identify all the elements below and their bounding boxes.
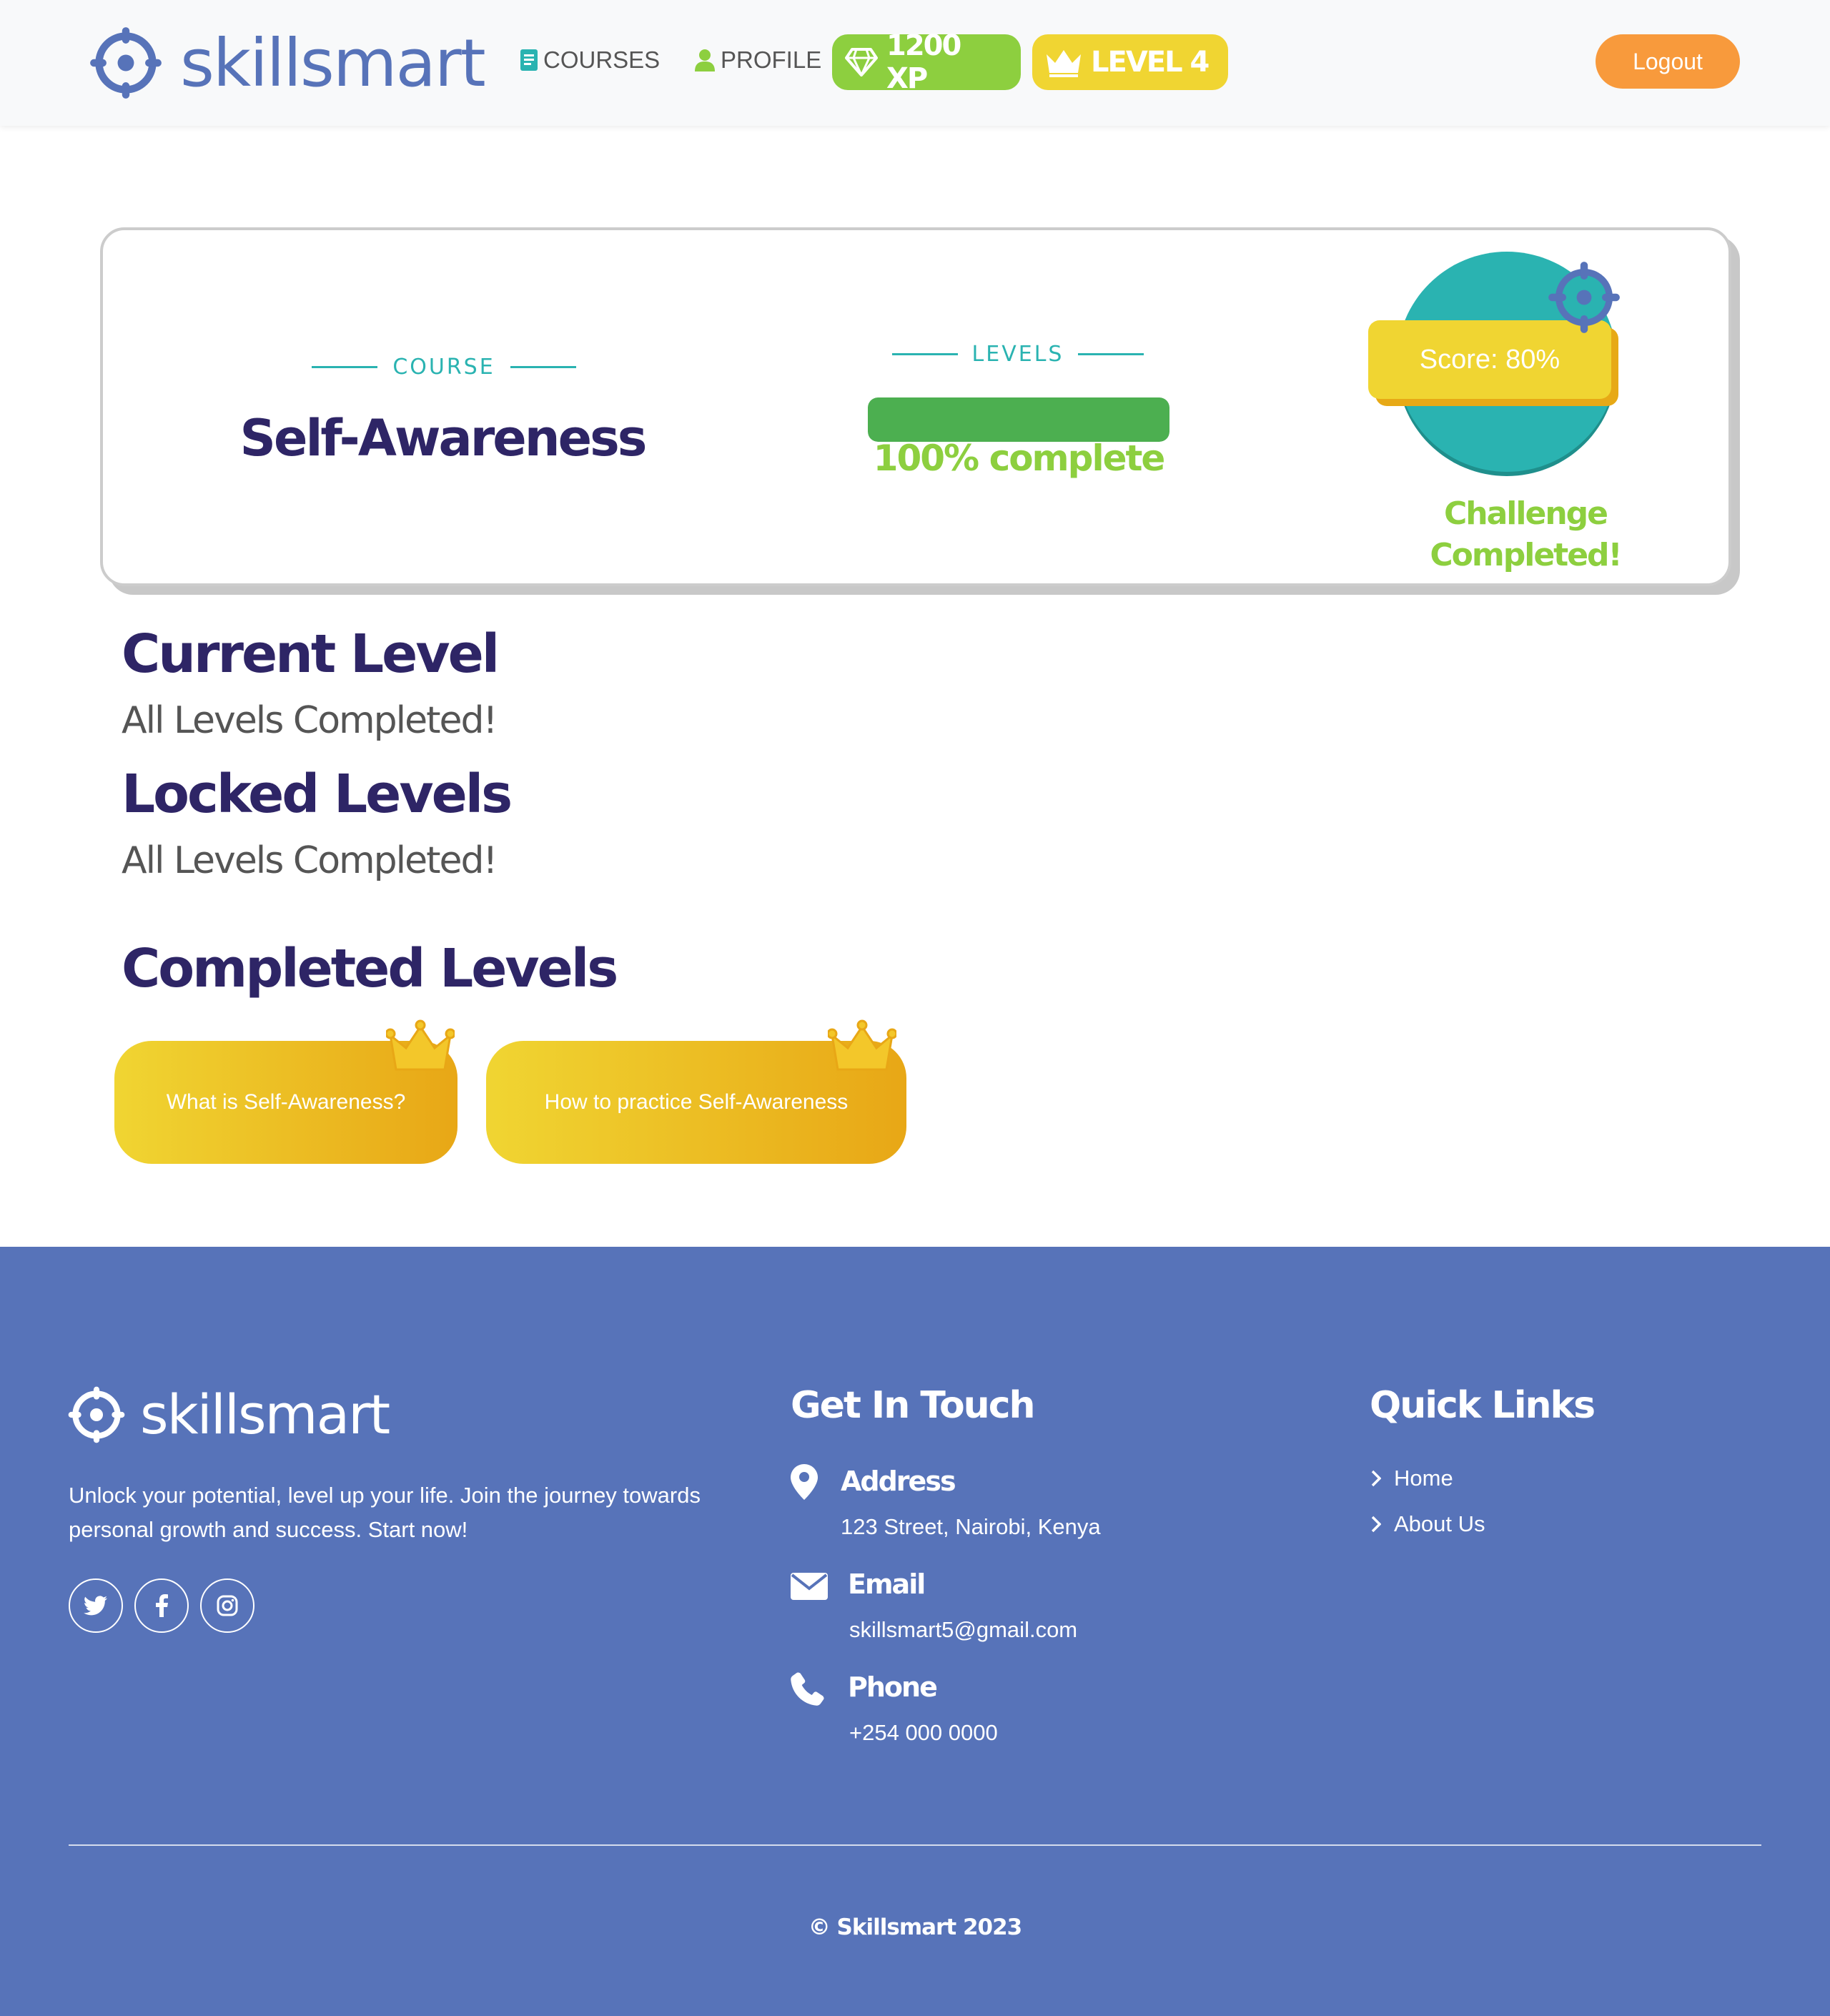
book-icon (520, 49, 538, 71)
challenge-status: Challenge Completed! (1430, 495, 1622, 573)
instagram-icon (217, 1595, 238, 1616)
divider-line (892, 353, 958, 355)
levels-progress-bar (868, 397, 1169, 442)
diamond-icon (845, 48, 878, 76)
course-title: Self-Awareness (239, 409, 648, 468)
locked-levels-heading: Locked Levels (122, 764, 513, 825)
logout-button[interactable]: Logout (1596, 34, 1740, 89)
crown-icon (828, 1019, 896, 1071)
brand-logo-link[interactable]: skillsmart (89, 20, 486, 106)
footer-brand: skillsmart (67, 1383, 390, 1446)
xp-badge: 1200 XP (832, 29, 1021, 95)
footer-tagline: Unlock your potential, level up your lif… (69, 1483, 701, 1542)
twitter-link[interactable] (69, 1578, 123, 1633)
locked-levels-status: All Levels Completed! (122, 839, 498, 882)
facebook-link[interactable] (134, 1578, 189, 1633)
address-label: Address (841, 1466, 956, 1497)
get-in-touch-heading: Get In Touch (791, 1384, 1036, 1427)
quick-links-heading: Quick Links (1370, 1384, 1596, 1427)
envelope-icon (791, 1573, 828, 1600)
level-value: LEVEL 4 (1091, 46, 1210, 79)
completed-level-label: How to practice Self-Awareness (544, 1090, 849, 1114)
crosshair-logo-icon (90, 27, 162, 99)
current-level-status: All Levels Completed! (122, 699, 498, 742)
user-icon (695, 49, 715, 71)
divider-line (510, 366, 576, 368)
email-label: Email (848, 1568, 926, 1600)
crosshair-logo-icon (68, 1386, 125, 1443)
completed-level-card[interactable]: How to practice Self-Awareness (486, 1019, 906, 1164)
xp-value: 1200 XP (886, 29, 961, 95)
nav-link-profile[interactable]: PROFILE (695, 43, 821, 77)
brand-name: skillsmart (180, 24, 486, 102)
footer-link-about-us[interactable]: About Us (1371, 1511, 1485, 1537)
progress-text: 100% complete (873, 438, 1166, 479)
target-icon (1548, 262, 1620, 333)
completed-levels-heading: Completed Levels (122, 938, 618, 999)
crown-icon (1045, 47, 1082, 77)
phone-icon (791, 1672, 824, 1706)
site-footer: skillsmart Unlock your potential, level … (0, 1247, 1830, 2016)
course-section-label: COURSE (312, 355, 576, 380)
nav-link-profile-label: PROFILE (721, 46, 822, 73)
top-navbar: skillsmart COURSES PROFILE 1200 XP LEVEL… (0, 0, 1830, 126)
phone-label: Phone (848, 1671, 938, 1703)
current-level-heading: Current Level (122, 623, 500, 685)
score-badge: Score: 80% (1368, 252, 1626, 488)
address-value: 123 Street, Nairobi, Kenya (841, 1514, 1101, 1539)
level-badge: LEVEL 4 (1032, 34, 1228, 90)
completed-level-label: What is Self-Awareness? (166, 1090, 406, 1114)
phone-link[interactable]: +254 000 0000 (849, 1720, 998, 1746)
nav-link-courses-label: COURSES (543, 46, 661, 73)
levels-section-label: LEVELS (892, 342, 1144, 367)
copyright-text: © Skillsmart 2023 (808, 1914, 1022, 1940)
completed-level-card[interactable]: What is Self-Awareness? (114, 1019, 458, 1164)
twitter-icon (84, 1596, 107, 1616)
crown-icon (386, 1019, 455, 1071)
divider-line (1078, 353, 1144, 355)
levels-progress-fill (868, 397, 1169, 442)
chevron-right-icon (1371, 1470, 1381, 1487)
email-link[interactable]: skillsmart5@gmail.com (849, 1617, 1077, 1643)
footer-divider (69, 1844, 1761, 1846)
divider-line (312, 366, 377, 368)
nav-link-courses[interactable]: COURSES (520, 43, 660, 77)
map-pin-icon (791, 1464, 818, 1500)
course-summary-card: COURSE Self-Awareness LEVELS 100% comple… (100, 227, 1731, 586)
footer-brand-name: skillsmart (140, 1383, 390, 1446)
chevron-right-icon (1371, 1516, 1381, 1533)
facebook-icon (156, 1594, 168, 1617)
footer-link-home[interactable]: Home (1371, 1466, 1453, 1491)
instagram-link[interactable] (200, 1578, 254, 1633)
